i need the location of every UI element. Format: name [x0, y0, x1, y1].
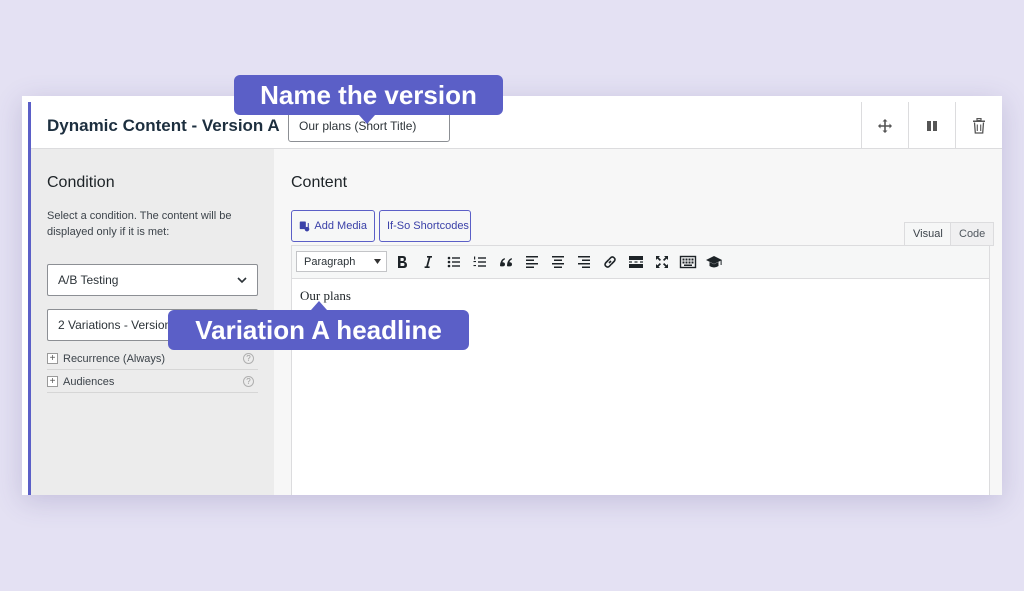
fullscreen-icon[interactable]: [653, 253, 671, 271]
bullet-list-icon[interactable]: [445, 253, 463, 271]
help-icon[interactable]: ?: [243, 376, 254, 387]
tab-visual-label: Visual: [913, 228, 943, 240]
tab-code-label: Code: [959, 228, 986, 240]
keyboard-icon[interactable]: [679, 253, 697, 271]
callout-variation-headline-text: Variation A headline: [195, 314, 442, 345]
condition-heading: Condition: [47, 174, 115, 191]
expand-plus-icon[interactable]: +: [47, 376, 58, 387]
block-header: Dynamic Content - Version A: [31, 102, 1002, 149]
add-media-label: Add Media: [314, 220, 367, 232]
caret-down-icon: [374, 259, 381, 264]
callout-name-version: Name the version: [234, 75, 503, 124]
callout-variation-headline: Variation A headline: [168, 301, 469, 350]
shortcodes-label: If-So Shortcodes: [387, 220, 469, 232]
align-right-icon[interactable]: [575, 253, 593, 271]
link-icon[interactable]: [601, 253, 619, 271]
expand-plus-icon[interactable]: +: [47, 353, 58, 364]
format-value: Paragraph: [304, 255, 356, 268]
callout-pointer: [311, 301, 327, 310]
audiences-option[interactable]: + Audiences ?: [47, 371, 258, 393]
editor-toolbar: Paragraph: [292, 246, 989, 279]
content-editor[interactable]: Paragraph Our plans: [291, 245, 990, 495]
shortcodes-button[interactable]: If-So Shortcodes: [379, 210, 471, 242]
format-select[interactable]: Paragraph: [296, 251, 387, 272]
chevron-down-icon: [237, 277, 247, 284]
variation-value: 2 Variations - Version: [58, 318, 172, 332]
read-more-icon[interactable]: [627, 253, 645, 271]
recurrence-option[interactable]: + Recurrence (Always) ?: [47, 348, 258, 370]
callout-pointer: [359, 115, 375, 124]
media-icon: [299, 221, 310, 231]
delete-button[interactable]: [955, 102, 1002, 149]
recurrence-label: Recurrence (Always): [63, 352, 166, 365]
align-center-icon[interactable]: [549, 253, 567, 271]
condition-description: Select a condition. The content will be …: [47, 210, 232, 238]
trash-icon: [973, 117, 985, 134]
move-button[interactable]: [861, 102, 908, 149]
block-title: Dynamic Content - Version A: [47, 116, 280, 135]
audiences-label: Audiences: [63, 375, 115, 388]
dynamic-content-block: Dynamic Content - Version A Condition Se…: [22, 96, 1002, 495]
content-heading: Content: [291, 174, 348, 191]
align-left-icon[interactable]: [523, 253, 541, 271]
italic-icon[interactable]: [419, 253, 437, 271]
move-icon: [878, 118, 892, 133]
pause-icon: [927, 120, 937, 131]
callout-name-version-text: Name the version: [260, 79, 477, 110]
numbered-list-icon[interactable]: [471, 253, 489, 271]
tab-visual[interactable]: Visual: [904, 222, 952, 246]
tab-code[interactable]: Code: [950, 222, 995, 246]
pause-button[interactable]: [908, 102, 955, 149]
blockquote-icon[interactable]: [497, 253, 515, 271]
graduation-cap-icon[interactable]: [705, 253, 723, 271]
bold-icon[interactable]: [393, 253, 411, 271]
help-icon[interactable]: ?: [243, 353, 254, 364]
condition-type-value: A/B Testing: [58, 273, 119, 287]
condition-type-select[interactable]: A/B Testing: [47, 264, 258, 296]
add-media-button[interactable]: Add Media: [291, 210, 375, 242]
